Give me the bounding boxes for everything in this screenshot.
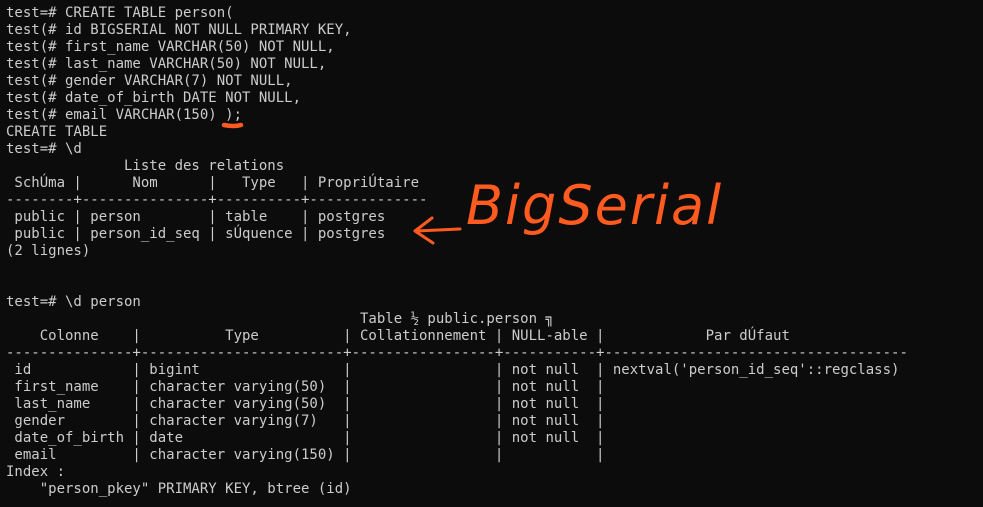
terminal-line: id | bigint | | not null | nextval('pers…	[6, 362, 900, 378]
terminal-line: test(# id BIGSERIAL NOT NULL PRIMARY KEY…	[6, 22, 352, 38]
terminal-line: gender | character varying(7) | | not nu…	[6, 413, 605, 429]
terminal-line: ---------------+------------------------…	[6, 345, 908, 361]
terminal-output[interactable]: test=# CREATE TABLE person( test(# id BI…	[6, 5, 981, 505]
terminal-line: "person_pkey" PRIMARY KEY, btree (id)	[6, 481, 352, 497]
terminal-line: SchÚma | Nom | Type | PropriÚtaire	[6, 175, 420, 191]
terminal-line: Index :	[6, 464, 66, 480]
terminal-line: test(# first_name VARCHAR(50) NOT NULL,	[6, 39, 335, 55]
terminal-line: CREATE TABLE	[6, 124, 108, 140]
terminal-line: test(# date_of_birth DATE NOT NULL,	[6, 90, 302, 106]
terminal-line: public | person_id_seq | sÚquence | post…	[6, 226, 386, 242]
terminal-line: Table ½ public.person ╗	[6, 311, 554, 327]
terminal-line: last_name | character varying(50) | | no…	[6, 396, 605, 412]
terminal-line: test=# \d person	[6, 294, 141, 310]
terminal-line: (2 lignes)	[6, 243, 91, 259]
terminal-line: public | person | table | postgres	[6, 209, 386, 225]
terminal-line: test(# gender VARCHAR(7) NOT NULL,	[6, 73, 293, 89]
terminal-line: Liste des relations	[6, 158, 285, 174]
terminal-line: --------+---------------+----------+----…	[6, 192, 428, 208]
terminal-line: test=# \d	[6, 141, 82, 157]
terminal-line: first_name | character varying(50) | | n…	[6, 379, 605, 395]
terminal-line: test(# last_name VARCHAR(50) NOT NULL,	[6, 56, 327, 72]
terminal-line: test(# email VARCHAR(150) );	[6, 107, 243, 123]
terminal-line: email | character varying(150) | | |	[6, 447, 605, 463]
terminal-line: test=# CREATE TABLE person(	[6, 5, 234, 21]
terminal-line: date_of_birth | date | | not null |	[6, 430, 605, 446]
terminal-line: Colonne | Type | Collationnement | NULL-…	[6, 328, 790, 344]
